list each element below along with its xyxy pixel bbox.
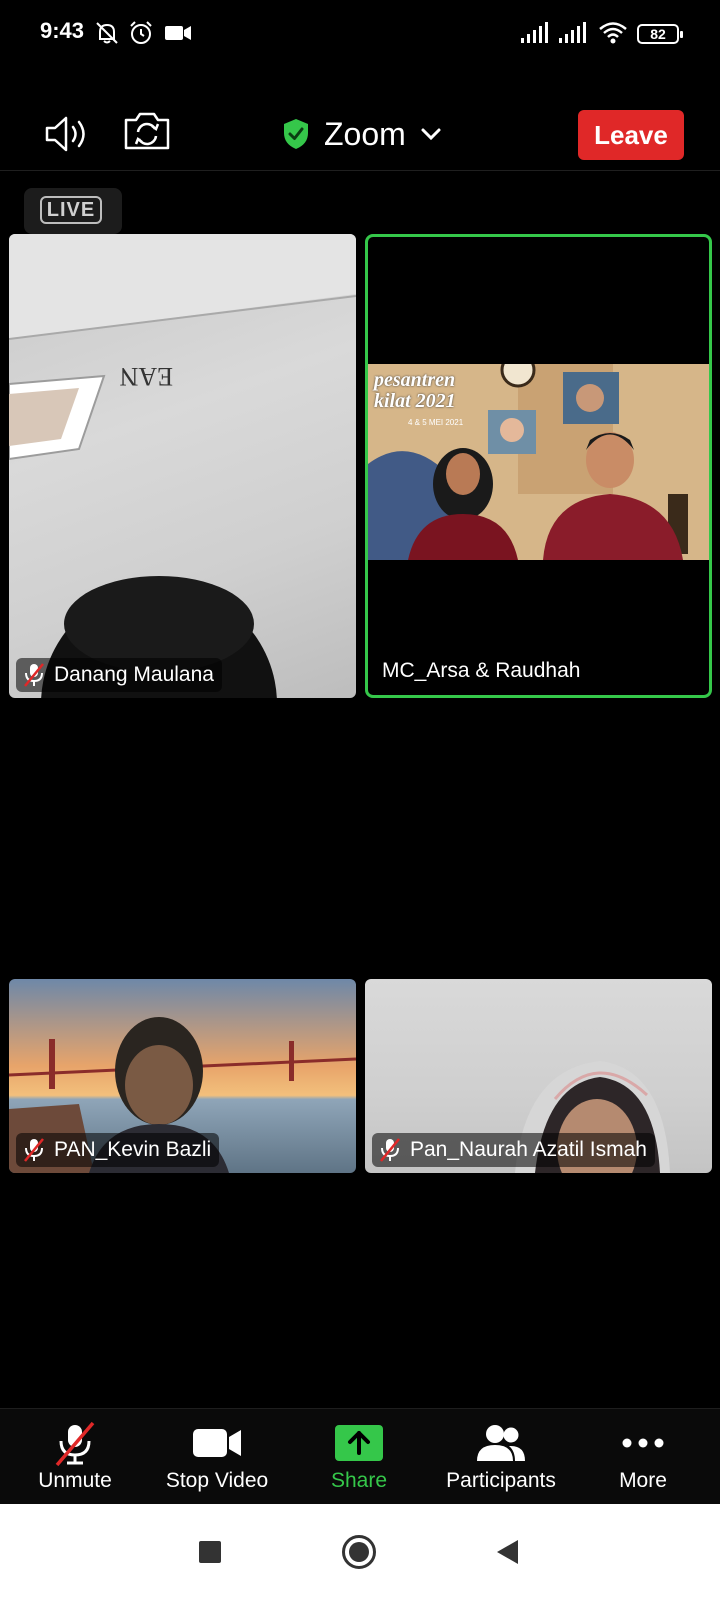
more-dots-icon bbox=[622, 1438, 664, 1448]
video-camera-icon bbox=[193, 1429, 241, 1457]
switch-camera-icon[interactable] bbox=[122, 110, 172, 152]
svg-text:EAN: EAN bbox=[119, 362, 173, 391]
toolbar-divider bbox=[0, 170, 720, 171]
participant-name: PAN_Kevin Bazli bbox=[54, 1138, 212, 1161]
shared-title-line2: kilat 2021 bbox=[374, 390, 456, 412]
leave-button[interactable]: Leave bbox=[578, 110, 684, 160]
mic-muted-icon bbox=[55, 1421, 95, 1467]
meeting-toolbar: Unmute Stop Video Share Participants Mor… bbox=[0, 1408, 720, 1505]
shared-title-line1: pesantren bbox=[374, 369, 456, 391]
participants-icon bbox=[477, 1425, 525, 1461]
video-tile-danang[interactable]: EAN Danang Maulana bbox=[9, 234, 356, 698]
back-triangle-icon[interactable] bbox=[494, 1538, 520, 1566]
shield-check-icon bbox=[284, 119, 308, 149]
video-tile-naurah[interactable]: Pan_Naurah Azatil Ismah bbox=[365, 979, 712, 1173]
video-camera-icon bbox=[165, 26, 191, 40]
video-tile-kevin[interactable]: PAN_Kevin Bazli bbox=[9, 979, 356, 1173]
video-feed-wall: EAN bbox=[9, 234, 356, 698]
participant-label: Danang Maulana bbox=[16, 658, 222, 692]
shared-title: pesantren kilat 2021 bbox=[374, 370, 456, 412]
participants-label: Participants bbox=[446, 1469, 556, 1492]
mic-muted-icon bbox=[380, 1138, 400, 1162]
recents-square-icon[interactable] bbox=[198, 1540, 222, 1564]
more-label: More bbox=[619, 1469, 667, 1492]
participant-label: Pan_Naurah Azatil Ismah bbox=[372, 1133, 655, 1167]
wifi-icon bbox=[599, 22, 627, 44]
home-circle-icon[interactable] bbox=[341, 1534, 377, 1570]
system-nav-bar bbox=[0, 1504, 720, 1600]
unmute-label: Unmute bbox=[38, 1469, 112, 1492]
shared-date: 4 & 5 MEI 2021 bbox=[408, 418, 464, 427]
participants-button[interactable]: Participants bbox=[431, 1419, 571, 1493]
mic-muted-icon bbox=[24, 663, 44, 687]
more-button[interactable]: More bbox=[573, 1419, 713, 1493]
signal-icon bbox=[559, 22, 586, 43]
signal-icon bbox=[521, 22, 548, 43]
stop-video-button[interactable]: Stop Video bbox=[147, 1419, 287, 1493]
status-time: 9:43 bbox=[40, 18, 85, 43]
speaker-icon[interactable] bbox=[44, 114, 94, 154]
unmute-button[interactable]: Unmute bbox=[5, 1419, 145, 1493]
alarm-icon bbox=[130, 21, 152, 44]
share-screen-icon bbox=[335, 1425, 383, 1461]
chevron-down-icon bbox=[421, 128, 441, 141]
video-tile-mc[interactable]: pesantren kilat 2021 4 & 5 MEI 2021 MC_A… bbox=[365, 234, 712, 698]
share-label: Share bbox=[330, 1469, 388, 1492]
live-badge: LIVE bbox=[40, 196, 102, 224]
battery-icon: 82 bbox=[637, 24, 683, 44]
participant-label: PAN_Kevin Bazli bbox=[16, 1133, 220, 1167]
share-button[interactable]: Share bbox=[289, 1419, 429, 1493]
live-indicator[interactable]: LIVE bbox=[24, 188, 122, 234]
stop-video-label: Stop Video bbox=[165, 1469, 269, 1492]
app-title: Zoom bbox=[324, 115, 406, 152]
participant-name: Danang Maulana bbox=[54, 663, 214, 686]
participant-name: Pan_Naurah Azatil Ismah bbox=[410, 1138, 647, 1161]
notifications-off-icon bbox=[96, 22, 118, 44]
mic-muted-icon bbox=[24, 1138, 44, 1162]
participant-name: MC_Arsa & Raudhah bbox=[382, 659, 581, 682]
meeting-info-dropdown[interactable]: Zoom bbox=[282, 112, 442, 156]
shared-video-frame: pesantren kilat 2021 4 & 5 MEI 2021 bbox=[368, 364, 709, 560]
